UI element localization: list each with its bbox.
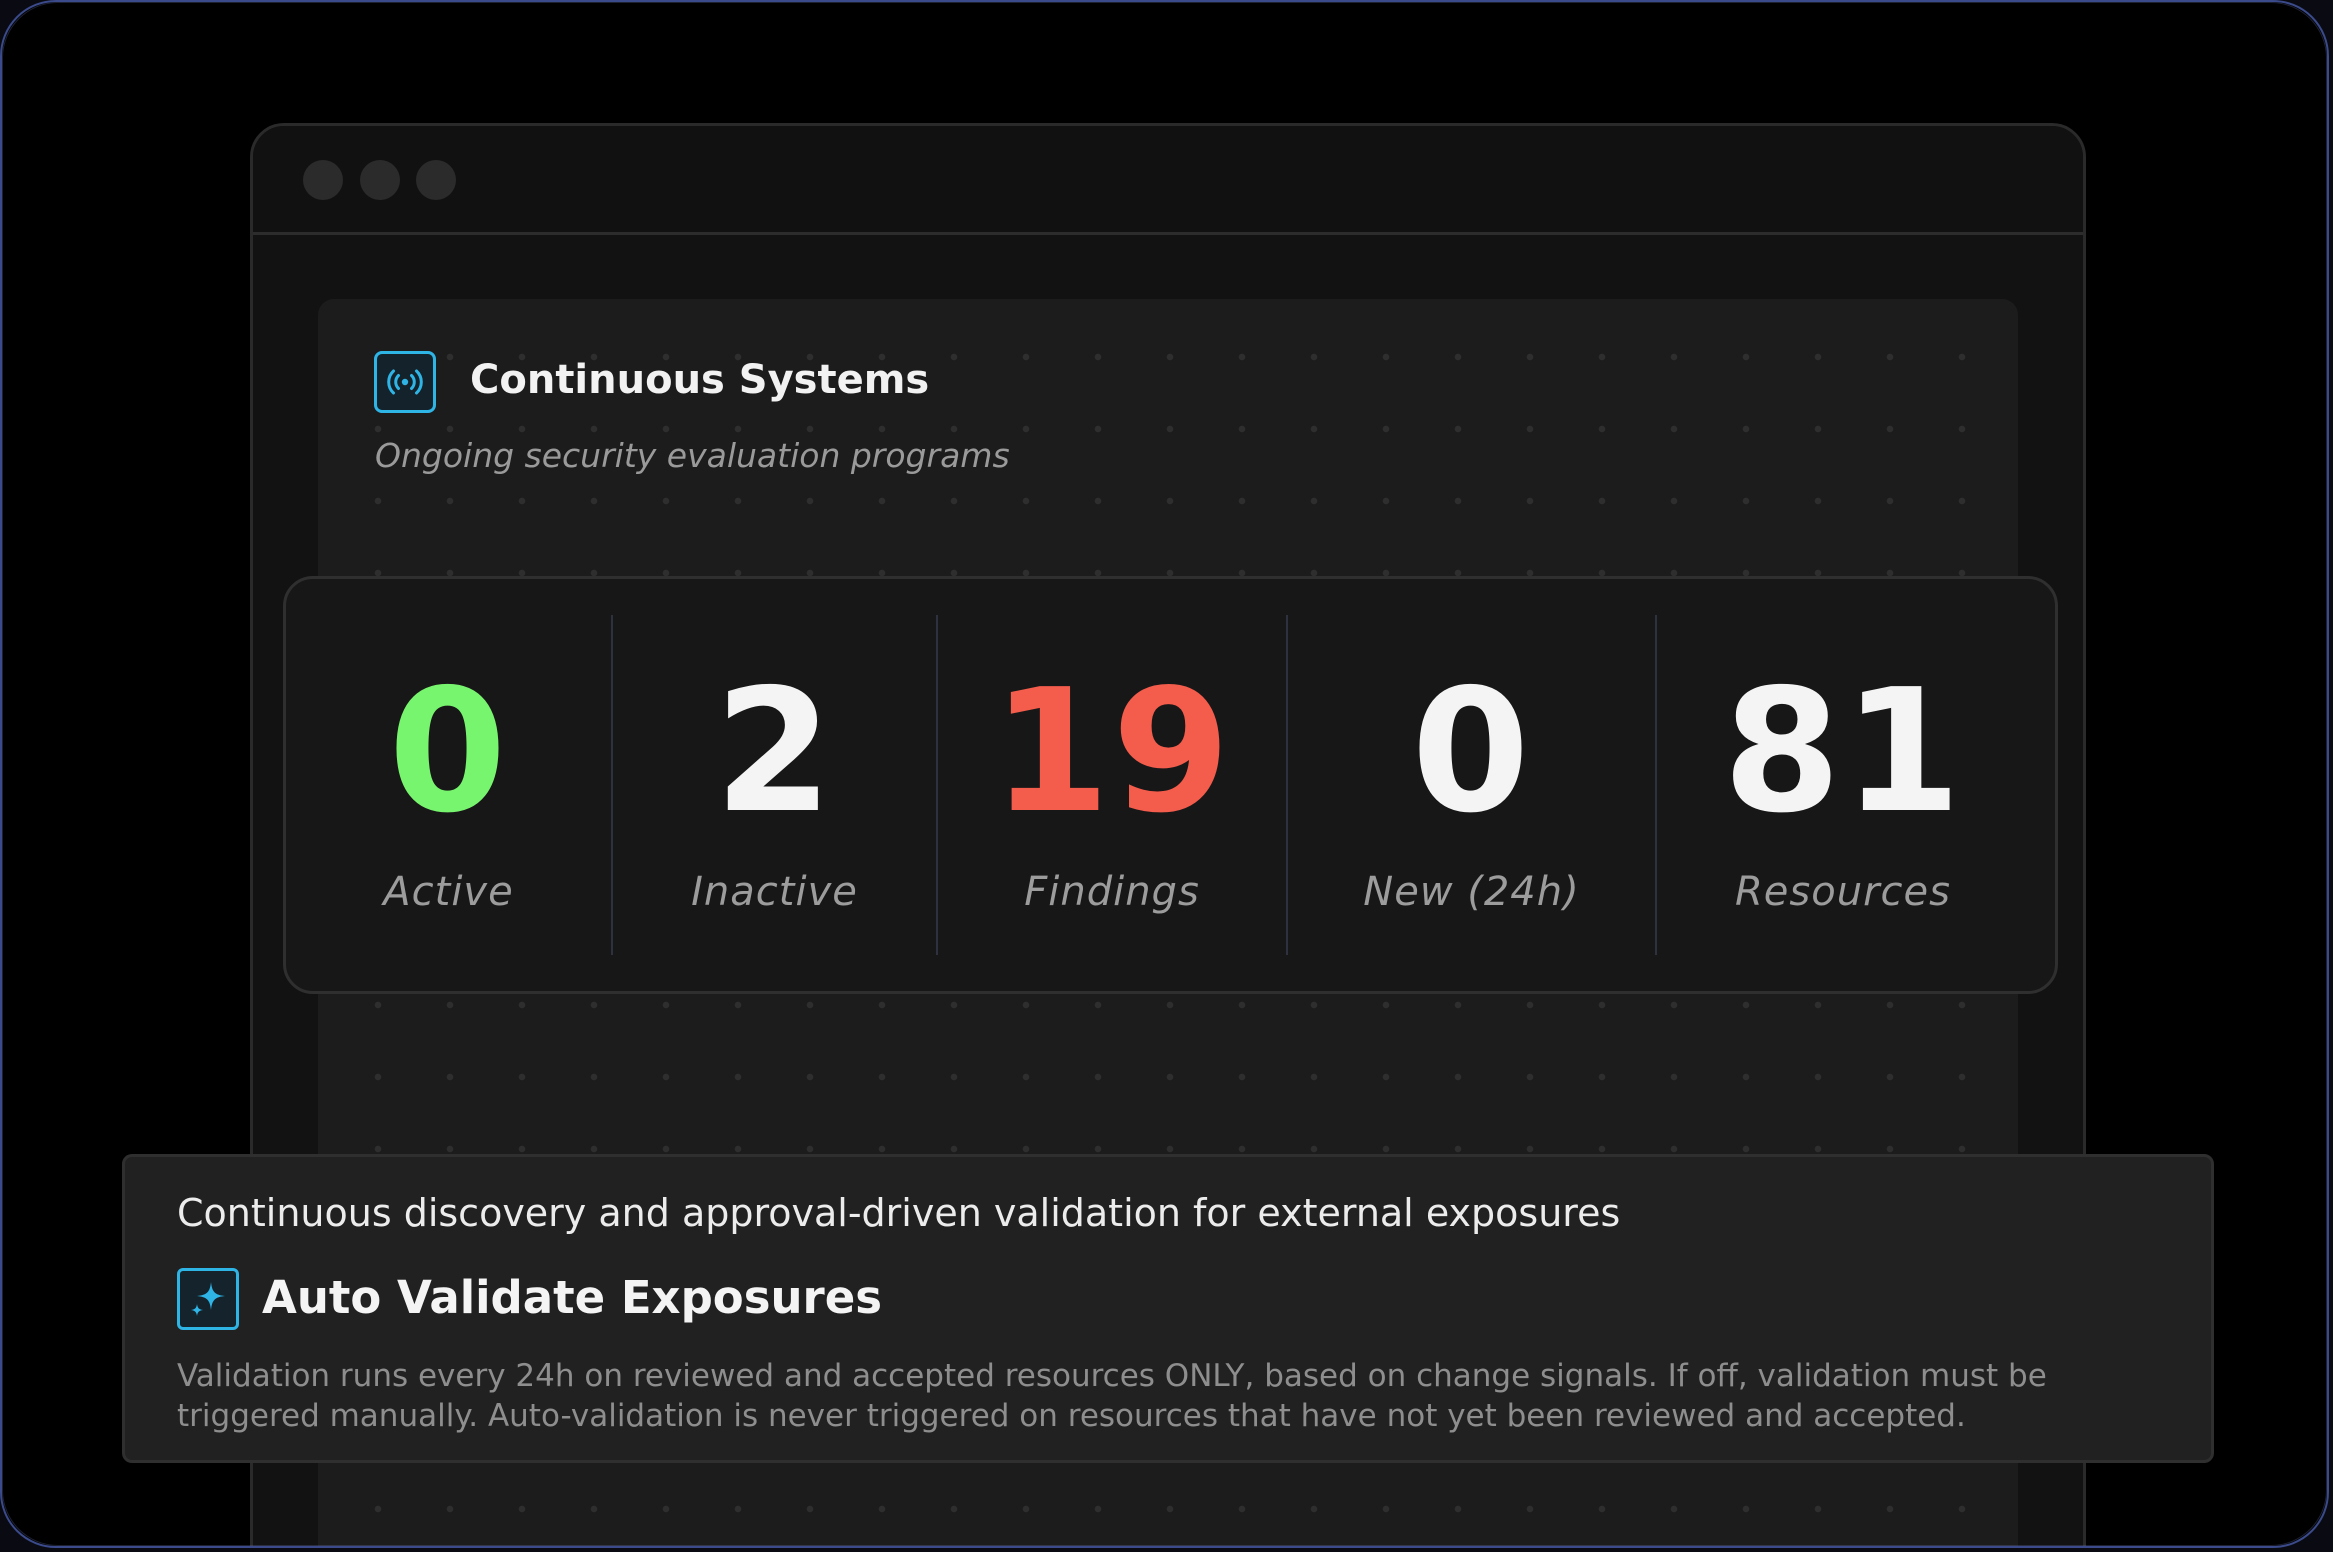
window-control-close[interactable] xyxy=(303,160,343,200)
window-control-maximize[interactable] xyxy=(416,160,456,200)
panel-title: Continuous Systems xyxy=(470,357,930,403)
stat-value: 2 xyxy=(714,653,835,851)
stat-label: Resources xyxy=(1735,869,1951,915)
stat-active[interactable]: 0 Active xyxy=(286,579,611,991)
stat-label: Findings xyxy=(1024,869,1200,915)
stat-findings[interactable]: 19 Findings xyxy=(938,579,1286,991)
broadcast-icon xyxy=(374,351,436,413)
stat-value: 81 xyxy=(1722,653,1964,851)
stat-resources[interactable]: 81 Resources xyxy=(1657,579,2029,991)
auto-validate-card: Continuous discovery and approval-driven… xyxy=(122,1154,2214,1463)
stat-inactive[interactable]: 2 Inactive xyxy=(613,579,936,991)
auto-validate-description: Continuous discovery and approval-driven… xyxy=(177,1191,1621,1235)
stat-new-24h[interactable]: 0 New (24h) xyxy=(1288,579,1655,991)
panel-subtitle: Ongoing security evaluation programs xyxy=(375,436,1010,475)
stat-label: New (24h) xyxy=(1363,869,1580,915)
auto-validate-title: Auto Validate Exposures xyxy=(262,1271,883,1324)
stat-label: Active xyxy=(383,869,514,915)
sparkle-icon xyxy=(177,1268,239,1330)
auto-validate-body: Validation runs every 24h on reviewed an… xyxy=(177,1358,2047,1434)
stat-value: 0 xyxy=(388,653,509,851)
stat-value: 19 xyxy=(991,653,1233,851)
stats-card: 0 Active 2 Inactive 19 Findings 0 New (2… xyxy=(283,576,2058,994)
app-frame: Continuous Systems Ongoing security eval… xyxy=(0,0,2329,1548)
stat-label: Inactive xyxy=(691,869,858,915)
window-titlebar xyxy=(253,126,2083,235)
stat-value: 0 xyxy=(1411,653,1532,851)
window-control-minimize[interactable] xyxy=(360,160,400,200)
